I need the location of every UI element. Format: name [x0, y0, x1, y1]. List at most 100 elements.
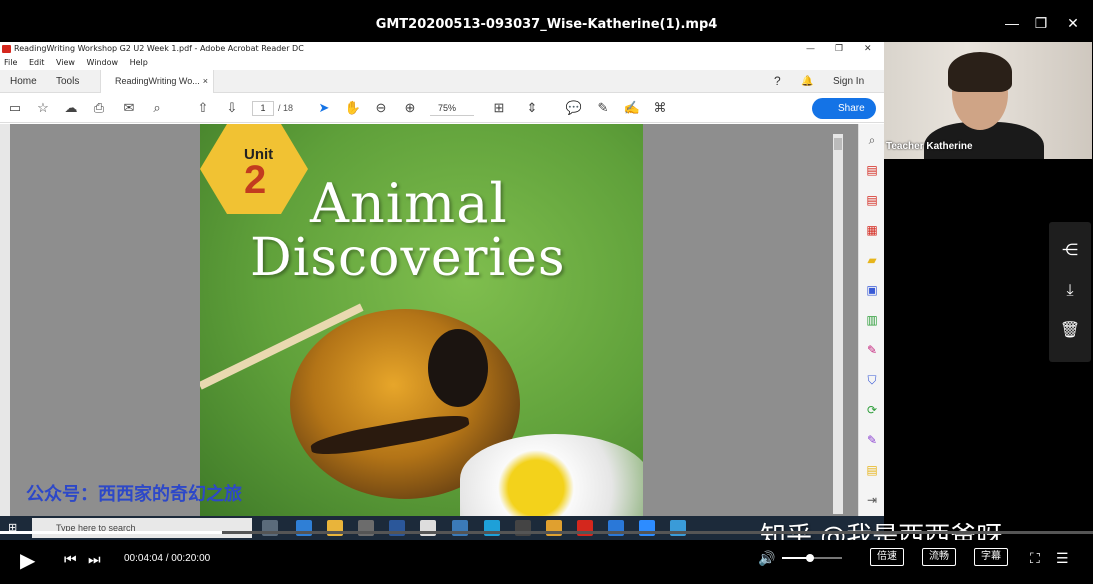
tab-document-label: ReadingWriting Wo... [115, 76, 200, 86]
tab-document[interactable]: ReadingWriting Wo... × [100, 70, 214, 93]
delete-icon[interactable]: 🗑 [1059, 320, 1081, 342]
seek-bar-fill [0, 531, 222, 534]
unit-number: 2 [244, 158, 267, 202]
menu-window[interactable]: Window [87, 58, 119, 67]
flower-image [460, 434, 643, 516]
page-down-icon[interactable]: ⇩ [223, 99, 241, 117]
more-tools-icon[interactable]: ▤ [864, 462, 880, 478]
windows-taskbar: ⊞ Type here to search [0, 516, 884, 540]
menu-view[interactable]: View [56, 58, 75, 67]
page-number-input[interactable]: 1 [252, 101, 274, 116]
scrollbar-thumb[interactable] [834, 138, 842, 150]
tab-home[interactable]: Home [10, 70, 37, 93]
document-gutter [643, 124, 858, 516]
collapse-pane-icon[interactable]: ⇥ [864, 492, 880, 508]
acrobat-restore-icon[interactable]: ❐ [835, 42, 843, 56]
page-total: / 18 [278, 103, 294, 113]
vertical-scrollbar[interactable] [833, 134, 843, 514]
zoom-out-icon[interactable]: ⊖ [372, 99, 390, 117]
document-view[interactable]: Unit 2 Animal Discoveries [0, 124, 858, 516]
fill-sign-icon[interactable]: ✎ [864, 342, 880, 358]
notification-bell-icon[interactable]: 🔔 [801, 70, 813, 93]
cover-title-line1: Animal [310, 172, 508, 235]
upload-cloud-icon[interactable]: ☁ [62, 99, 80, 117]
zoom-in-icon[interactable]: ⊕ [401, 99, 419, 117]
share-button[interactable]: Share [812, 98, 876, 119]
search-icon[interactable]: ⌕ [148, 99, 166, 117]
taskbar-search-input[interactable]: Type here to search [32, 518, 252, 538]
left-panel-toggle[interactable] [0, 124, 10, 516]
fullscreen-icon[interactable]: ⛶ [1030, 550, 1040, 567]
playlist-icon[interactable]: ☰ [1056, 550, 1069, 567]
quality-button[interactable]: 流畅 [922, 548, 956, 566]
comment-tool-icon[interactable]: ▰ [864, 252, 880, 268]
acrobat-toolbar: ▭ ☆ ☁ ⎙ ✉ ⌕ ⇧ ⇩ 1 / 18 ➤ ✋ ⊖ ⊕ 75% ⊞ ⇕ 💬… [0, 93, 884, 123]
share-label: Share [838, 103, 865, 114]
seek-bar[interactable] [0, 531, 1093, 534]
save-icon[interactable]: ▭ [6, 99, 24, 117]
player-title-bar: GMT20200513-093037_Wise-Katherine(1).mp4… [0, 0, 1093, 42]
pdf-page-cover: Unit 2 Animal Discoveries [200, 124, 643, 516]
email-icon[interactable]: ✉ [120, 99, 138, 117]
subtitle-button[interactable]: 字幕 [974, 548, 1008, 566]
shared-screen: ReadingWriting Workshop G2 U2 Week 1.pdf… [0, 42, 884, 516]
print-icon[interactable]: ⎙ [90, 99, 108, 117]
previous-icon[interactable]: ⏮ [64, 551, 77, 568]
cover-title-line2: Discoveries [250, 228, 566, 288]
acrobat-title-bar: ReadingWriting Workshop G2 U2 Week 1.pdf… [0, 42, 884, 56]
side-action-panel: ⋲ ⤓ 🗑 [1049, 222, 1091, 362]
menu-file[interactable]: File [4, 58, 17, 67]
stamp-icon[interactable]: ⌘ [651, 99, 669, 117]
restore-icon[interactable]: ❐ [1030, 12, 1052, 34]
select-cursor-icon[interactable]: ➤ [315, 99, 333, 117]
speaker-hair [948, 52, 1012, 92]
sign-icon[interactable]: ✍ [623, 99, 641, 117]
zoom-select[interactable]: 75% [430, 101, 474, 116]
enhance-scan-icon[interactable]: ⟳ [864, 402, 880, 418]
acrobat-close-icon[interactable]: ✕ [864, 42, 872, 56]
watermark-wechat: 公众号：西西家的奇幻之旅 [26, 484, 242, 505]
acrobat-minimize-icon[interactable]: — [806, 42, 815, 56]
export-pdf-icon[interactable]: ▤ [864, 192, 880, 208]
comment-icon[interactable]: 💬 [565, 99, 583, 117]
hand-tool-icon[interactable]: ✋ [344, 99, 362, 117]
speed-button[interactable]: 倍速 [870, 548, 904, 566]
play-icon[interactable]: ▶ [20, 548, 35, 573]
player-controls: ▶ ⏮ ⏭ 00:04:04 / 00:20:00 🔊 倍速 流畅 字幕 ⛶ ☰ [0, 540, 1093, 584]
sign-in-link[interactable]: Sign In [833, 70, 864, 93]
create-pdf-icon[interactable]: ▤ [864, 162, 880, 178]
acrobat-menu-bar: File Edit View Window Help [0, 56, 884, 70]
next-icon[interactable]: ⏭ [88, 551, 101, 568]
share-icon[interactable]: ⋲ [1059, 240, 1081, 262]
volume-slider-handle[interactable] [806, 554, 814, 562]
acrobat-window-title: ReadingWriting Workshop G2 U2 Week 1.pdf… [14, 44, 304, 53]
bookmark-star-icon[interactable]: ☆ [34, 99, 52, 117]
menu-help[interactable]: Help [130, 58, 148, 67]
scroll-mode-icon[interactable]: ⇕ [523, 99, 541, 117]
tab-close-icon[interactable]: × [203, 70, 208, 93]
menu-edit[interactable]: Edit [29, 58, 45, 67]
pdf-icon [2, 45, 11, 53]
close-icon[interactable]: ✕ [1062, 12, 1084, 34]
highlight-pen-icon[interactable]: ✎ [594, 99, 612, 117]
bee-eye [428, 329, 488, 407]
minimize-icon[interactable]: — [1001, 12, 1023, 34]
tab-tools[interactable]: Tools [56, 70, 79, 93]
video-title: GMT20200513-093037_Wise-Katherine(1).mp4 [375, 17, 718, 32]
fit-page-icon[interactable]: ⊞ [490, 99, 508, 117]
page-up-icon[interactable]: ⇧ [194, 99, 212, 117]
volume-icon[interactable]: 🔊 [758, 550, 775, 567]
combine-files-icon[interactable]: ▣ [864, 282, 880, 298]
webcam-name-label: Teacher Katherine [886, 141, 973, 152]
help-icon[interactable]: ? [774, 70, 781, 93]
webcam-feed: Teacher Katherine [884, 42, 1092, 159]
zoom-icon[interactable]: ⌕ [864, 132, 880, 148]
time-display: 00:04:04 / 00:20:00 [124, 553, 211, 564]
request-signature-icon[interactable]: ✎ [864, 432, 880, 448]
video-player: GMT20200513-093037_Wise-Katherine(1).mp4… [0, 0, 1093, 584]
compress-icon[interactable]: ▥ [864, 312, 880, 328]
tools-pane: ⌕ ▤ ▤ ▦ ▰ ▣ ▥ ✎ ⛉ ⟳ ✎ ▤ ⇥ [858, 124, 884, 516]
organize-pages-icon[interactable]: ▦ [864, 222, 880, 238]
protect-icon[interactable]: ⛉ [864, 372, 880, 388]
download-icon[interactable]: ⤓ [1059, 280, 1081, 302]
